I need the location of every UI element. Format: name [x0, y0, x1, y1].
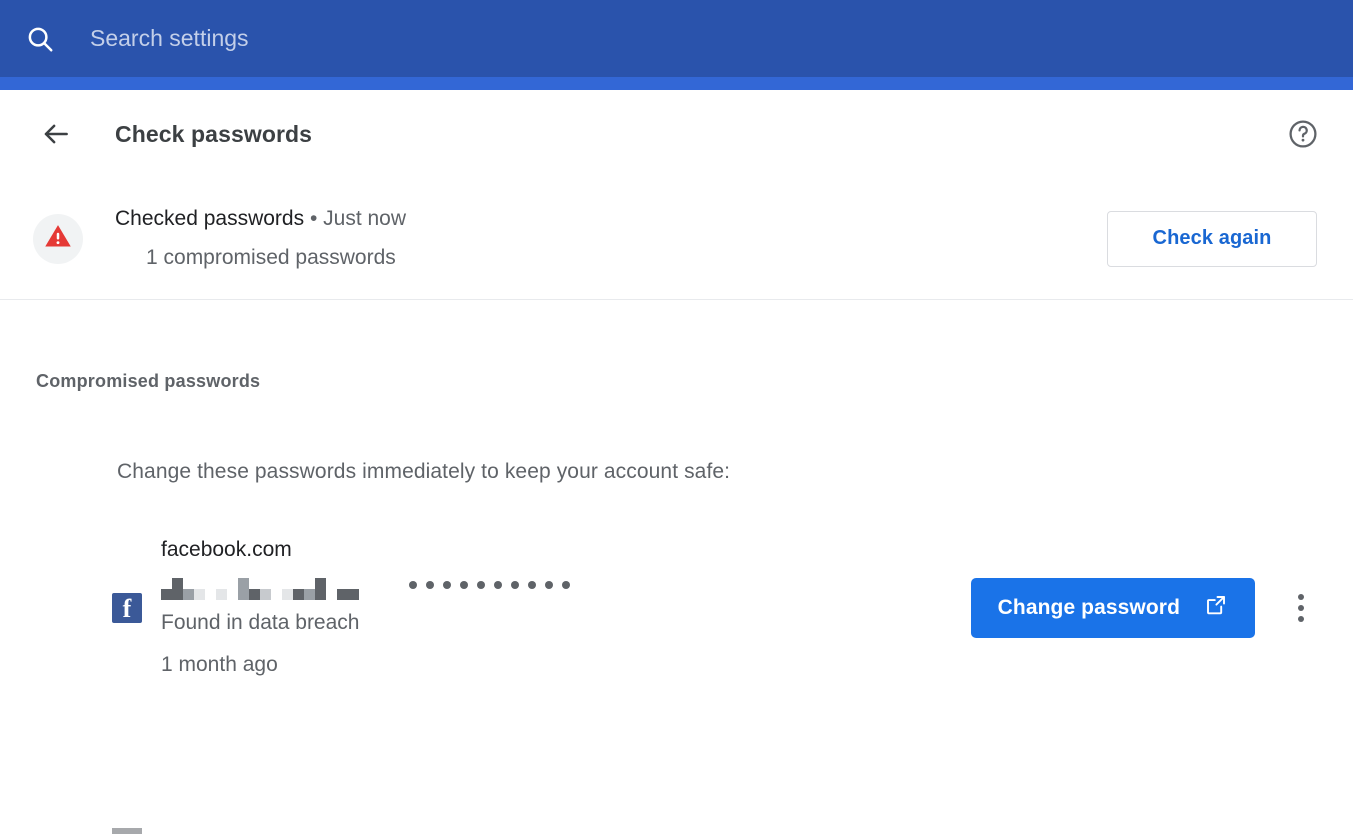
favicon-letter: f: [112, 595, 142, 623]
compromised-section-title: Compromised passwords: [0, 300, 1353, 392]
password-check-status-row: Checked passwords • Just now 1 compromis…: [0, 178, 1353, 300]
page-root: Check passwords Checked passwords • Jus: [0, 0, 1353, 680]
status-separator: •: [310, 207, 317, 230]
open-in-new-icon: [1204, 593, 1228, 623]
credential-site: facebook.com: [161, 536, 570, 564]
next-list-item-sliver: [112, 828, 142, 834]
status-avatar: [33, 214, 83, 264]
more-vert-icon[interactable]: [1279, 586, 1323, 630]
arrow-back-icon[interactable]: [36, 114, 76, 154]
list-item[interactable]: f facebook.com Found in data: [0, 536, 1353, 680]
masked-password: [409, 581, 570, 589]
status-headline: Checked passwords • Just now: [115, 204, 406, 234]
compromised-count-label: 1 compromised passwords: [146, 243, 406, 273]
status-time-label: Just now: [323, 207, 406, 230]
topbar-accent-strip: [0, 77, 1353, 90]
credential-breach-label: Found in data breach: [161, 608, 570, 638]
credential-time-label: 1 month ago: [161, 650, 570, 680]
search-icon[interactable]: [22, 21, 58, 57]
page-title: Check passwords: [115, 121, 312, 148]
warning-triangle-icon: [43, 221, 73, 256]
facebook-favicon: f: [112, 593, 142, 623]
redacted-username: [161, 570, 359, 600]
checked-passwords-label: Checked passwords: [115, 207, 304, 230]
page-header: Check passwords: [0, 90, 1353, 178]
search-input[interactable]: [90, 25, 790, 52]
change-password-label: Change password: [998, 596, 1180, 620]
change-password-button[interactable]: Change password: [971, 578, 1255, 638]
settings-search-bar: [0, 0, 1353, 77]
status-text-block: Checked passwords • Just now 1 compromis…: [115, 204, 406, 273]
credential-details: facebook.com Found in data breach 1 mon: [161, 536, 570, 680]
help-circle-icon[interactable]: [1283, 114, 1323, 154]
credential-username-password-line: [161, 568, 570, 602]
compromised-section-description: Change these passwords immediately to ke…: [0, 392, 1353, 484]
check-again-button[interactable]: Check again: [1107, 211, 1317, 267]
